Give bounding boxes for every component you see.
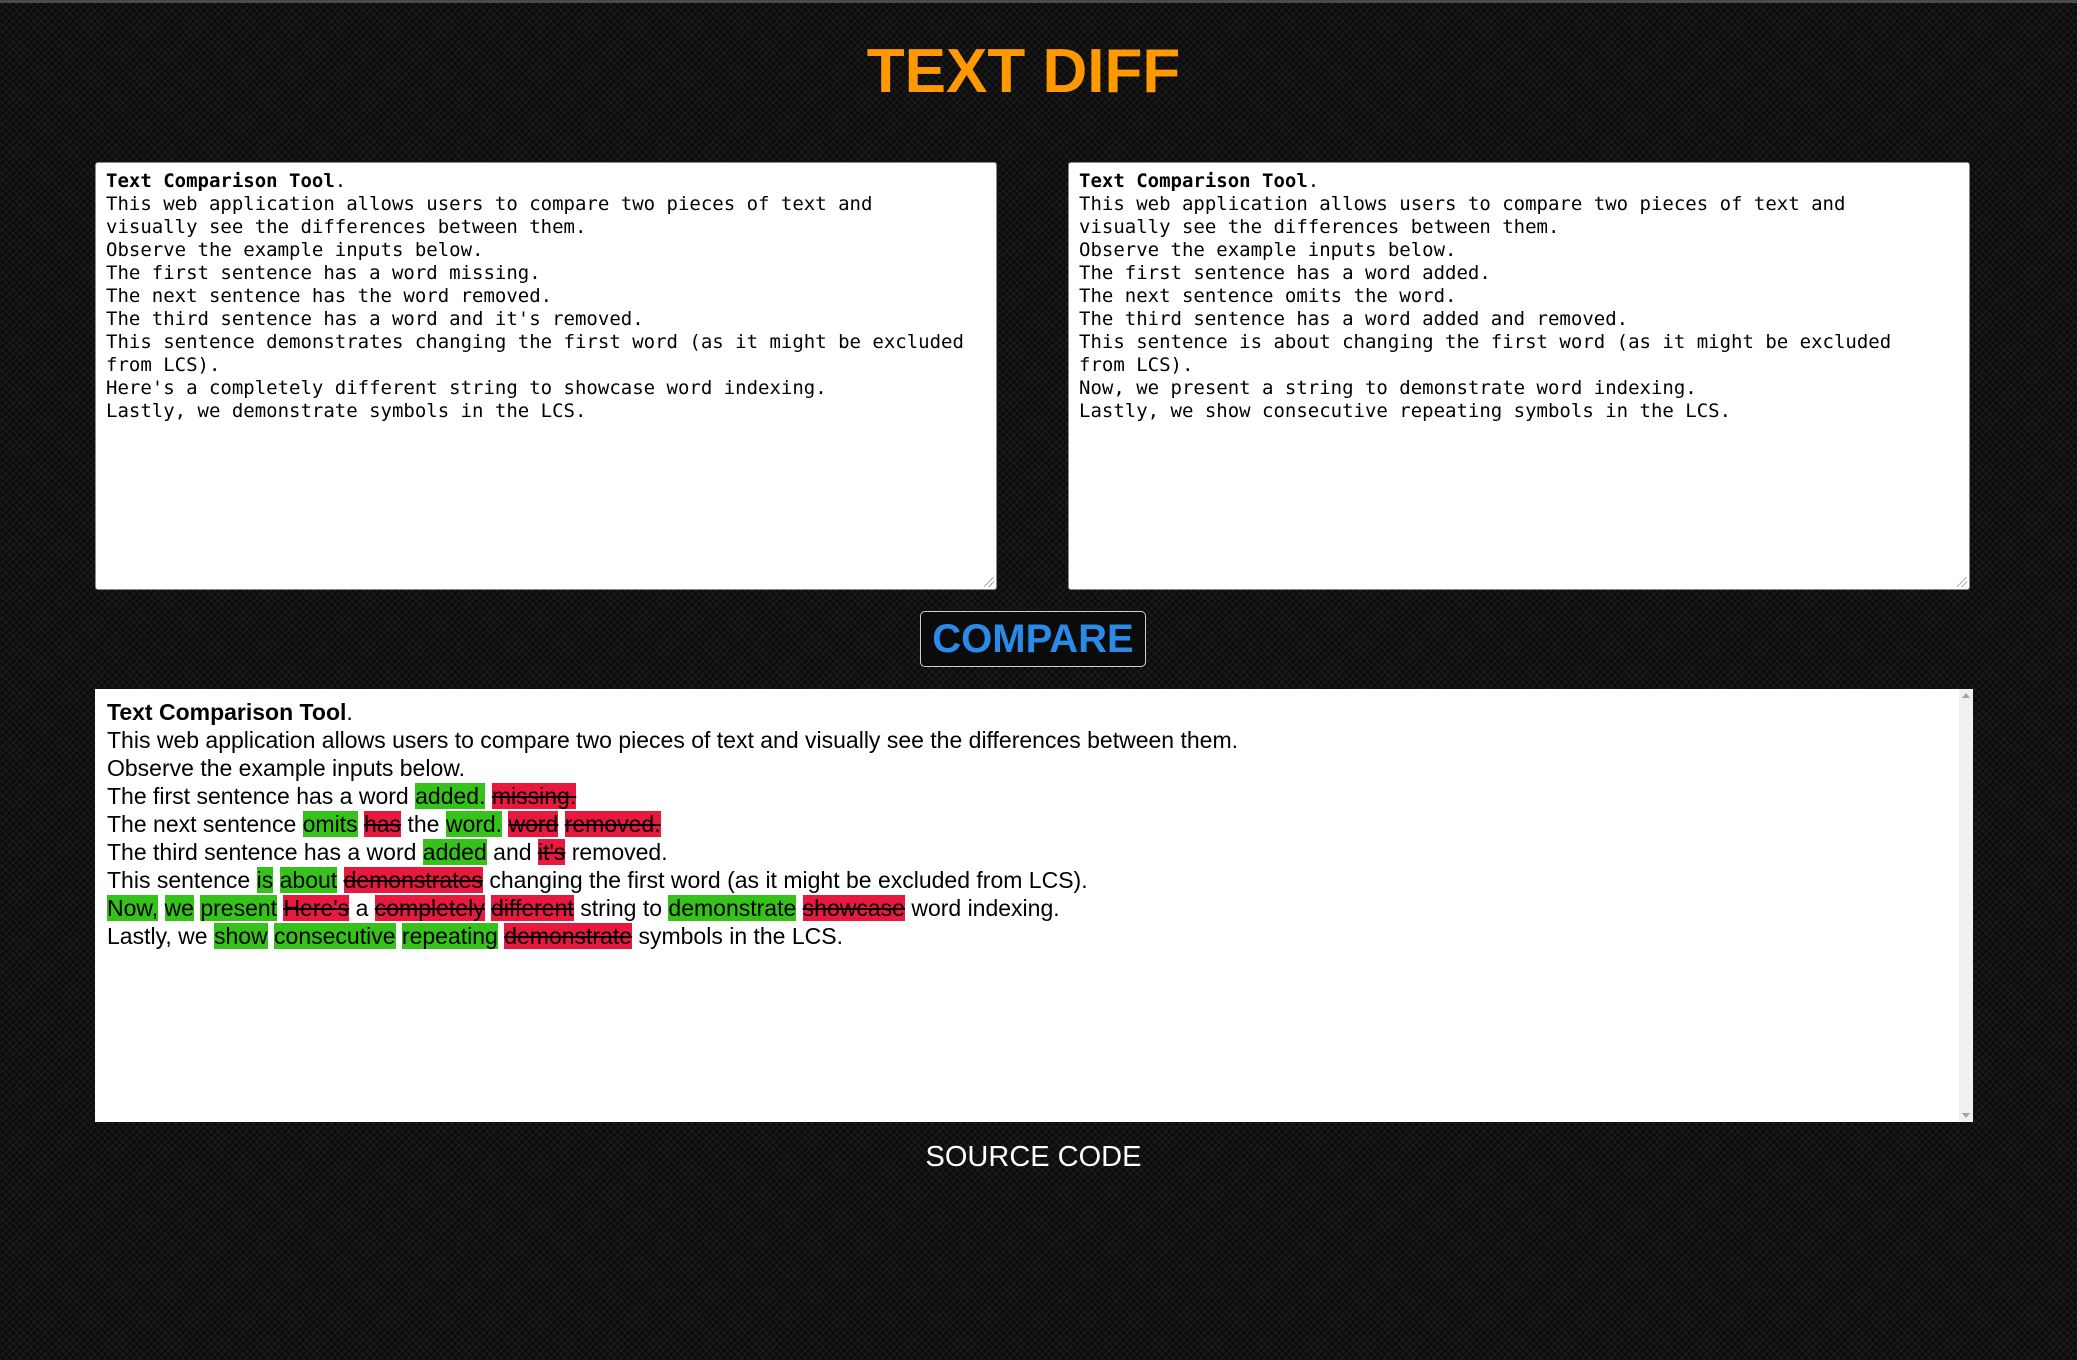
page-title: TEXT DIFF: [866, 37, 1181, 106]
scroll-up-arrow-icon[interactable]: [1962, 693, 1970, 698]
unchanged-text: string to: [580, 895, 663, 921]
deleted-word: showcase: [802, 895, 905, 921]
result-scrollbar[interactable]: [1959, 689, 1973, 1122]
unchanged-text: word indexing.: [911, 895, 1060, 921]
unchanged-text: This web application allows users to com…: [107, 727, 1239, 753]
diff-line: Lastly, we show consecutive repeating de…: [107, 922, 1961, 950]
input-heading: Text Comparison Tool: [106, 170, 335, 192]
resize-handle[interactable]: [984, 577, 994, 587]
deleted-word: removed.: [564, 811, 661, 837]
result-heading: Text Comparison Tool: [107, 699, 347, 725]
inserted-word: consecutive: [274, 923, 396, 949]
inserted-word: about: [279, 867, 338, 893]
input-body: This web application allows users to com…: [106, 193, 964, 422]
unchanged-text: the: [407, 811, 440, 837]
unchanged-text: removed.: [571, 839, 668, 865]
diff-line: This web application allows users to com…: [107, 726, 1961, 754]
input-heading: Text Comparison Tool: [1079, 170, 1308, 192]
unchanged-text: Observe the example inputs below.: [107, 755, 465, 781]
unchanged-text: The next sentence: [107, 811, 297, 837]
unchanged-text: The third sentence has a word: [107, 839, 417, 865]
diff-line: Observe the example inputs below.: [107, 754, 1961, 782]
unchanged-text: a: [355, 895, 369, 921]
inserted-word: show: [213, 923, 268, 949]
inserted-word: added: [422, 839, 487, 865]
deleted-word: demonstrates: [343, 867, 483, 893]
top-border: [0, 0, 2077, 3]
inserted-word: we: [164, 895, 194, 921]
diff-line: Now, we present Here's a completely diff…: [107, 894, 1961, 922]
deleted-word: Here's: [283, 895, 350, 921]
inserted-word: repeating: [401, 923, 498, 949]
inserted-word: Now,: [107, 895, 159, 921]
deleted-word: it's: [537, 839, 566, 865]
inserted-word: demonstrate: [668, 895, 797, 921]
deleted-word: demonstrate: [504, 923, 633, 949]
original-text-input[interactable]: Text Comparison Tool. This web applicati…: [95, 162, 997, 590]
input-heading-suffix: .: [1307, 170, 1320, 192]
compare-button[interactable]: COMPARE: [920, 611, 1146, 667]
result-heading-suffix: .: [346, 699, 353, 725]
inserted-word: is: [256, 867, 274, 893]
input-body: This web application allows users to com…: [1079, 193, 1892, 422]
deleted-word: word: [508, 811, 559, 837]
inserted-word: present: [200, 895, 278, 921]
unchanged-text: This sentence: [107, 867, 251, 893]
unchanged-text: The first sentence has a word: [107, 783, 409, 809]
modified-text-input[interactable]: Text Comparison Tool. This web applicati…: [1068, 162, 1970, 590]
diff-result-panel: Text Comparison Tool. This web applicati…: [95, 689, 1973, 1122]
source-code-link[interactable]: SOURCE CODE: [0, 1140, 2067, 1174]
diff-line: The next sentence omits has the word. wo…: [107, 810, 1961, 838]
unchanged-text: symbols in the LCS.: [638, 923, 843, 949]
diff-line: The third sentence has a word added and …: [107, 838, 1961, 866]
unchanged-text: changing the first word (as it might be …: [489, 867, 1088, 893]
unchanged-text: and: [493, 839, 532, 865]
resize-handle[interactable]: [1957, 577, 1967, 587]
inserted-word: omits: [302, 811, 358, 837]
diff-line: The first sentence has a word added. mis…: [107, 782, 1961, 810]
deleted-word: different: [491, 895, 574, 921]
inserted-word: added.: [415, 783, 486, 809]
result-heading-line: Text Comparison Tool.: [107, 698, 1961, 726]
inserted-word: word.: [445, 811, 503, 837]
unchanged-text: Lastly, we: [107, 923, 208, 949]
deleted-word: completely: [374, 895, 485, 921]
input-heading-suffix: .: [334, 170, 347, 192]
deleted-word: has: [363, 811, 402, 837]
diff-lines: This web application allows users to com…: [107, 726, 1961, 950]
deleted-word: missing.: [491, 783, 577, 809]
scroll-down-arrow-icon[interactable]: [1962, 1113, 1970, 1118]
diff-line: This sentence is about demonstrates chan…: [107, 866, 1961, 894]
